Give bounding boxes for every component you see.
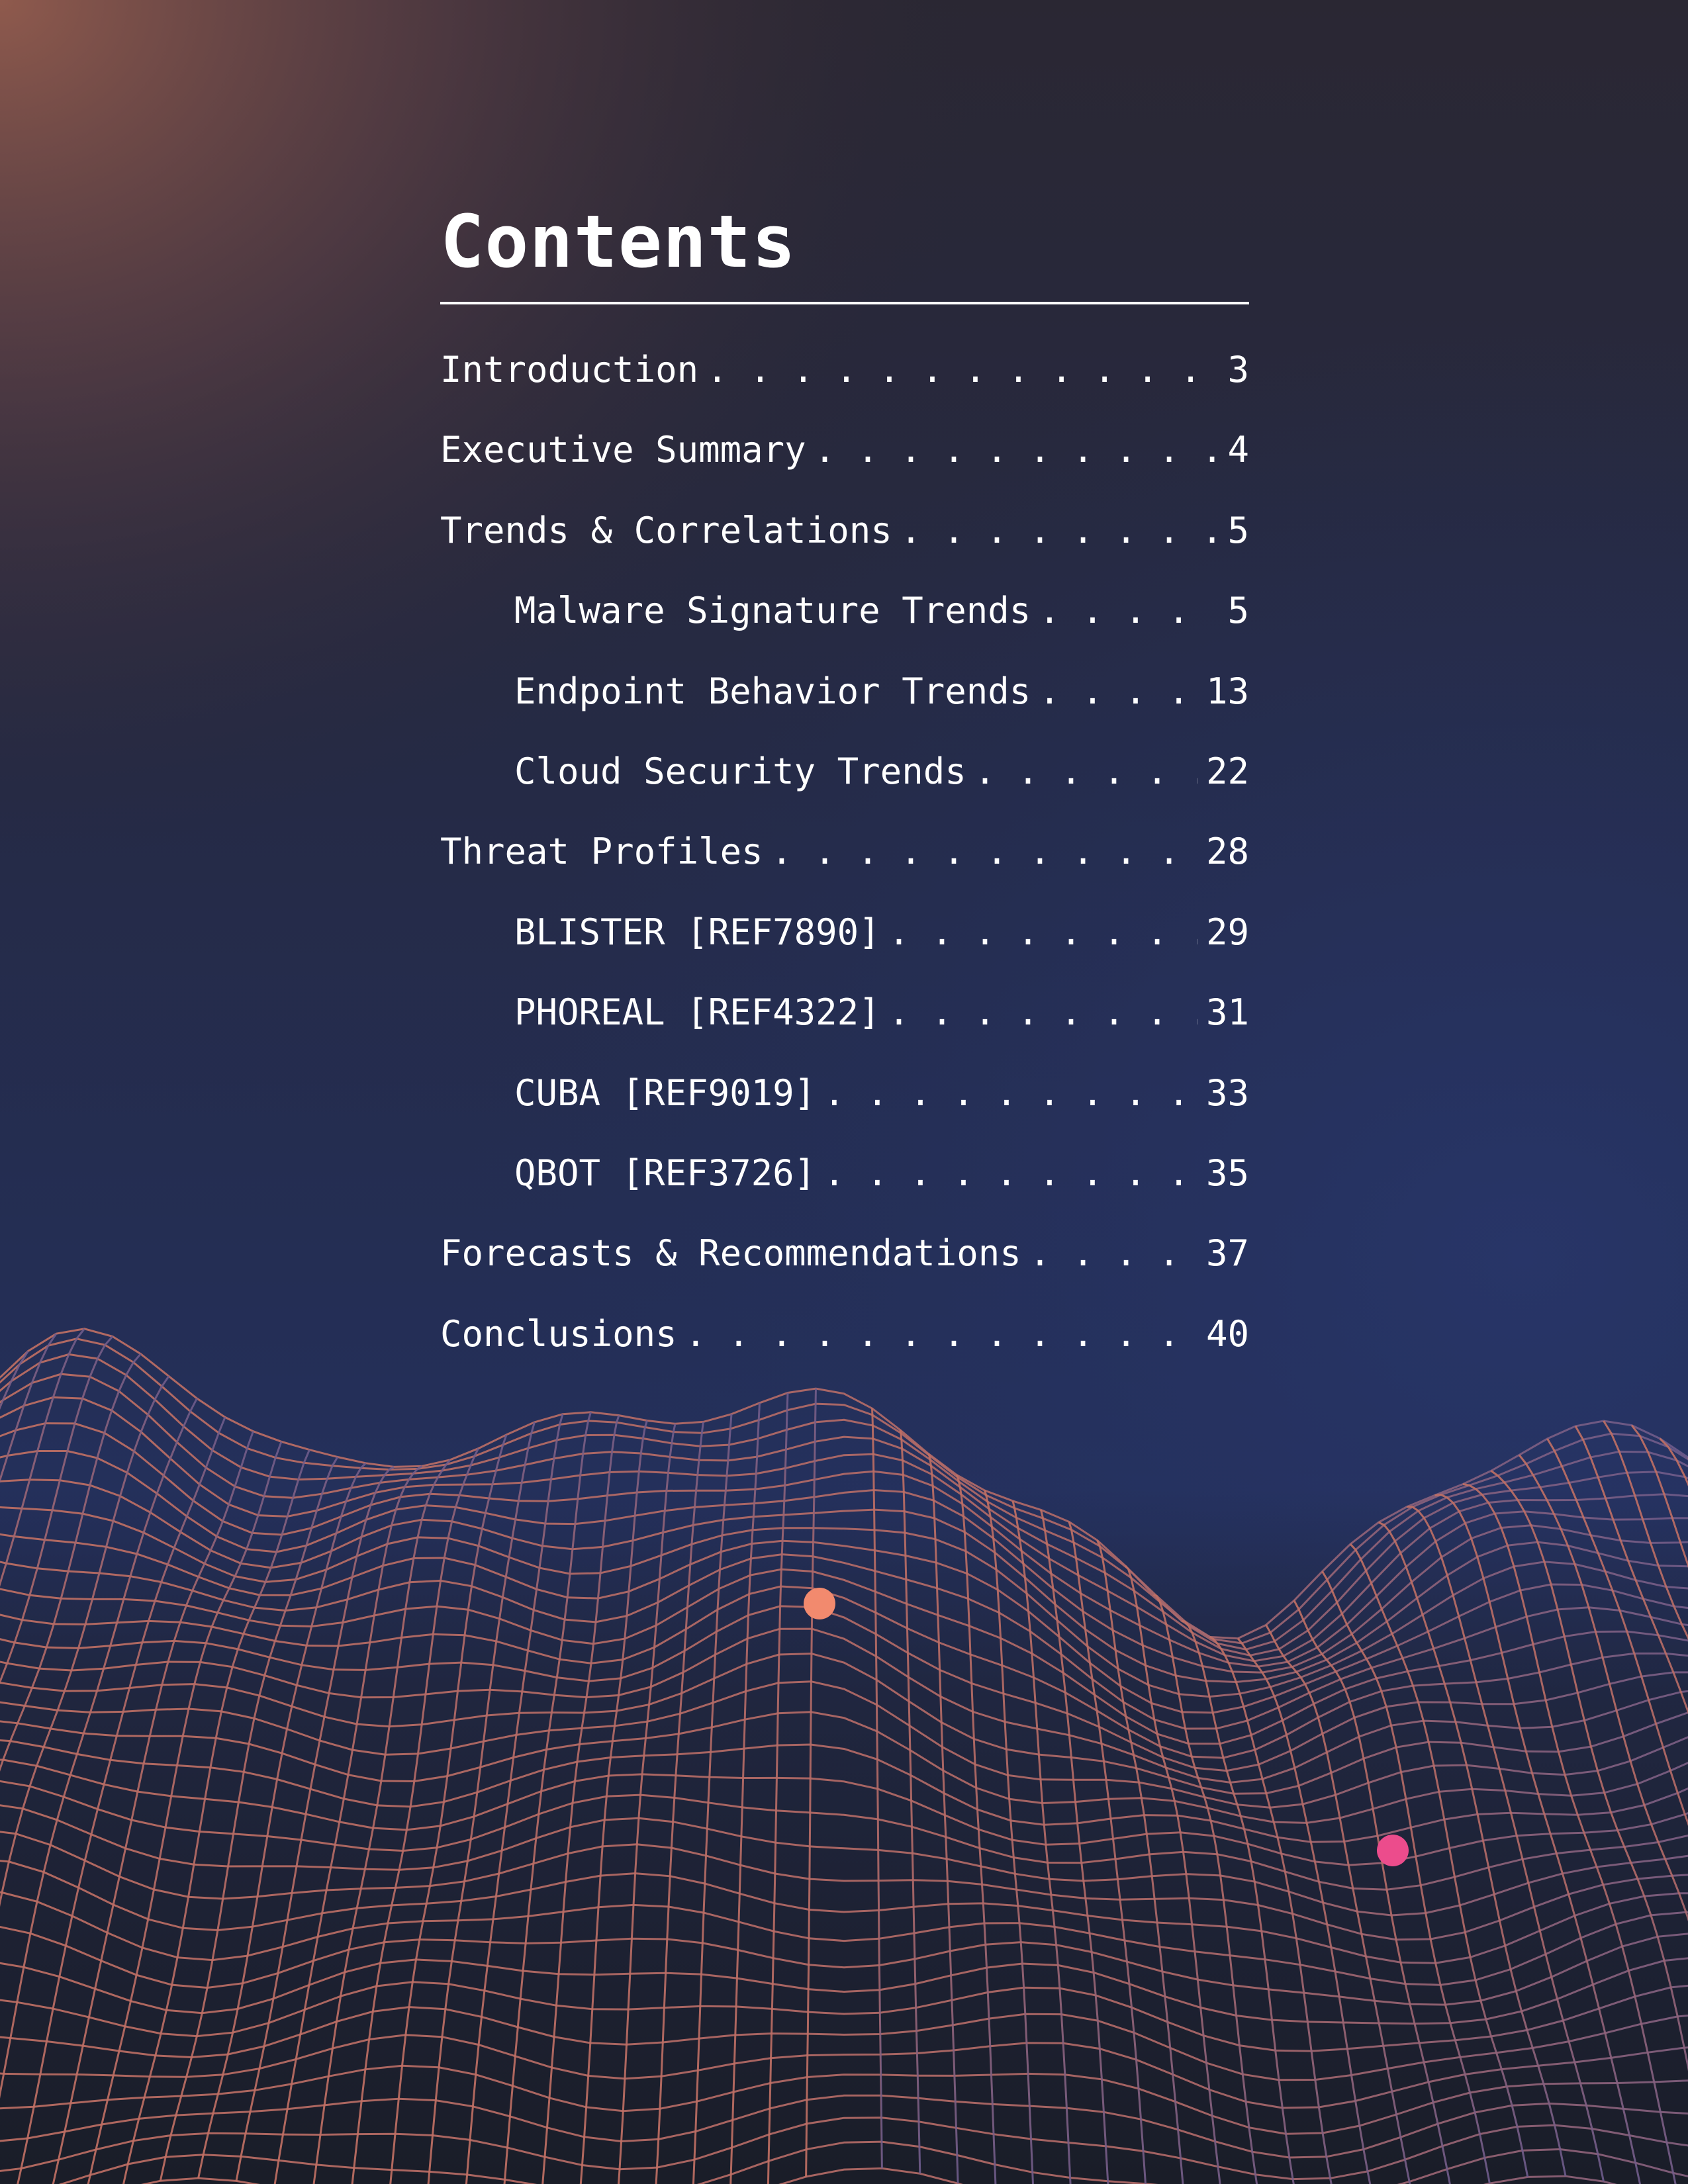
toc-entry-label: QBOT [REF3726] bbox=[514, 1152, 816, 1194]
toc-entry-label: Forecasts & Recommendations bbox=[440, 1232, 1021, 1275]
pink-dot bbox=[1377, 1835, 1409, 1866]
toc-entry-label: Endpoint Behavior Trends bbox=[514, 670, 1031, 712]
toc-entry-page-number: 31 bbox=[1205, 991, 1249, 1034]
toc-entry[interactable]: PHOREAL [REF4322] 31 bbox=[440, 983, 1249, 1063]
toc-entry[interactable]: Executive Summary 4 bbox=[440, 420, 1249, 500]
toc-entry[interactable]: Trends & Correlations 5 bbox=[440, 501, 1249, 581]
toc-entry-label: Malware Signature Trends bbox=[514, 590, 1031, 632]
toc-entry-label: Conclusions bbox=[440, 1312, 677, 1355]
toc-entry[interactable]: Malware Signature Trends 5 bbox=[440, 581, 1249, 661]
toc-entry-page-number: 4 bbox=[1227, 429, 1249, 471]
toc-entry-label: BLISTER [REF7890] bbox=[514, 911, 880, 953]
toc-entry-page-number: 37 bbox=[1205, 1232, 1249, 1275]
toc-dot-leader bbox=[888, 903, 1198, 962]
toc-entry-page-number: 40 bbox=[1205, 1312, 1249, 1355]
toc-entry[interactable]: Conclusions 40 bbox=[440, 1304, 1249, 1385]
toc-entry[interactable]: Forecasts & Recommendations 37 bbox=[440, 1224, 1249, 1304]
toc-entry-page-number: 33 bbox=[1205, 1071, 1249, 1114]
toc-dot-leader bbox=[823, 1144, 1198, 1203]
toc-dot-leader bbox=[1039, 662, 1198, 721]
toc-list: Introduction 3 Executive Summary 4 Trends & … bbox=[440, 340, 1249, 1385]
toc-entry[interactable]: Introduction 3 bbox=[440, 340, 1249, 420]
toc-entry-label: CUBA [REF9019] bbox=[514, 1071, 816, 1114]
toc-entry-label: Cloud Security Trends bbox=[514, 750, 966, 792]
toc-dot-leader bbox=[974, 742, 1198, 801]
toc-entry-page-number: 35 bbox=[1205, 1152, 1249, 1194]
toc-entry-page-number: 22 bbox=[1205, 750, 1249, 792]
toc-dot-leader bbox=[1039, 581, 1219, 641]
toc-entry[interactable]: CUBA [REF9019] 33 bbox=[440, 1064, 1249, 1144]
toc-entry-page-number: 5 bbox=[1227, 590, 1249, 632]
toc-entry[interactable]: Endpoint Behavior Trends 13 bbox=[440, 662, 1249, 742]
toc-dot-leader bbox=[771, 822, 1198, 882]
page-title: Contents bbox=[440, 199, 796, 284]
toc-entry-page-number: 28 bbox=[1205, 831, 1249, 873]
toc-entry[interactable]: Threat Profiles 28 bbox=[440, 822, 1249, 902]
title-divider bbox=[440, 302, 1249, 304]
toc-entry-page-number: 29 bbox=[1205, 911, 1249, 953]
toc-entry-label: Threat Profiles bbox=[440, 831, 763, 873]
toc-entry[interactable]: Cloud Security Trends 22 bbox=[440, 742, 1249, 822]
toc-entry-label: PHOREAL [REF4322] bbox=[514, 991, 880, 1034]
toc-entry-page-number: 13 bbox=[1205, 670, 1249, 712]
toc-dot-leader bbox=[685, 1304, 1198, 1364]
toc-entry-page-number: 5 bbox=[1227, 509, 1249, 551]
toc-entry[interactable]: BLISTER [REF7890] 29 bbox=[440, 903, 1249, 983]
toc-entry-label: Introduction bbox=[440, 349, 699, 390]
toc-dot-leader bbox=[1029, 1224, 1198, 1283]
toc-dot-leader bbox=[823, 1064, 1198, 1123]
toc-entry[interactable]: QBOT [REF3726] 35 bbox=[440, 1144, 1249, 1224]
table-of-contents: Contents Introduction 3 Executive Summary 4… bbox=[440, 199, 1249, 1385]
toc-entry-label: Executive Summary bbox=[440, 429, 806, 471]
toc-dot-leader bbox=[706, 340, 1219, 400]
toc-entry-page-number: 3 bbox=[1227, 349, 1249, 390]
toc-dot-leader bbox=[888, 983, 1198, 1042]
peach-dot bbox=[804, 1588, 835, 1619]
toc-dot-leader bbox=[814, 420, 1220, 480]
toc-entry-label: Trends & Correlations bbox=[440, 509, 892, 551]
toc-dot-leader bbox=[900, 501, 1220, 561]
